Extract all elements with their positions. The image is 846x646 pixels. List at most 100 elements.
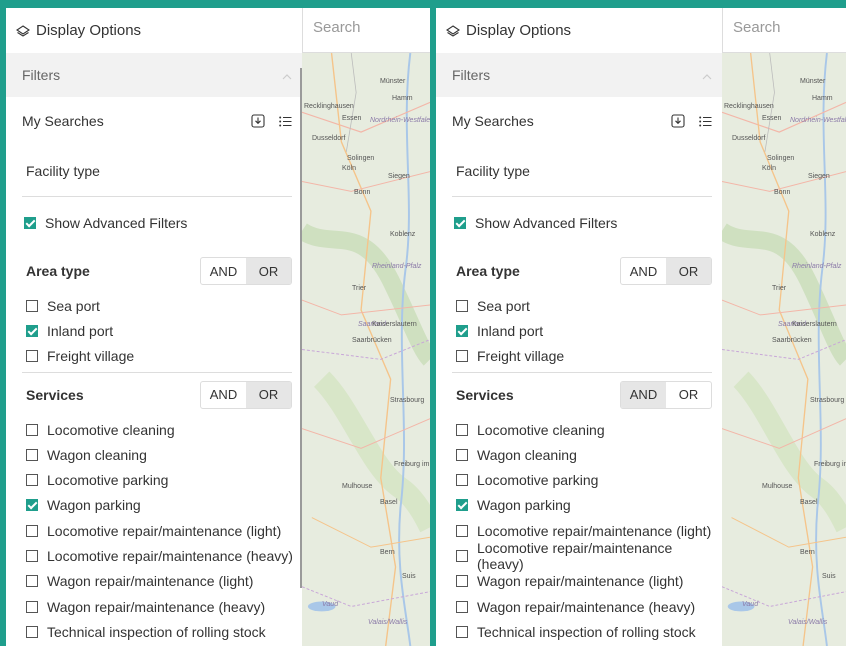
- filter-option[interactable]: Freight village: [436, 344, 722, 369]
- services-or-button[interactable]: OR: [666, 382, 711, 408]
- area-type-and-or-toggle: AND OR: [200, 257, 292, 285]
- filter-option[interactable]: Locomotive parking: [6, 467, 302, 492]
- filter-option-label: Locomotive parking: [477, 472, 599, 489]
- map-place-label: Solingen: [767, 155, 795, 162]
- filter-option[interactable]: Locomotive parking: [436, 467, 722, 492]
- area-type-or-button[interactable]: OR: [246, 258, 291, 284]
- checkbox[interactable]: [26, 625, 38, 638]
- map-place-label: Siegen: [808, 173, 830, 180]
- show-advanced-filters-checkbox[interactable]: Show Advanced Filters: [436, 197, 722, 249]
- services-or-button[interactable]: OR: [246, 381, 291, 408]
- checkbox[interactable]: [456, 350, 468, 363]
- checkbox[interactable]: [456, 299, 468, 312]
- import-icon[interactable]: [251, 114, 265, 128]
- checkbox[interactable]: [26, 575, 38, 588]
- filter-option[interactable]: Wagon repair/maintenance (heavy): [6, 594, 302, 619]
- facility-type-dropdown[interactable]: Facility type: [452, 145, 712, 197]
- checkbox[interactable]: [456, 625, 468, 638]
- checkbox[interactable]: [26, 423, 38, 436]
- map-place-label: Bern: [800, 549, 815, 556]
- services-and-button[interactable]: AND: [621, 381, 666, 408]
- filter-option-label: Locomotive repair/maintenance (heavy): [477, 540, 673, 573]
- display-options-header[interactable]: Display Options: [6, 8, 302, 53]
- filter-option[interactable]: Locomotive cleaning: [436, 417, 722, 442]
- map-place-label: Dusseldorf: [732, 135, 766, 142]
- filter-option[interactable]: Wagon cleaning: [6, 442, 302, 467]
- checkbox[interactable]: [456, 324, 468, 337]
- checkbox[interactable]: [456, 550, 468, 563]
- area-type-header: Area type AND OR: [6, 249, 302, 293]
- services-and-or-toggle: AND OR: [620, 380, 712, 409]
- filter-option-label: Freight village: [477, 348, 565, 365]
- sidebar-scrollbar[interactable]: [300, 68, 302, 588]
- filter-option[interactable]: Wagon parking: [6, 493, 302, 518]
- checkbox[interactable]: [456, 600, 468, 613]
- import-icon[interactable]: [671, 114, 685, 128]
- filter-option-label: Sea port: [47, 297, 100, 314]
- map-place-label: Recklinghausen: [304, 103, 354, 110]
- checkbox[interactable]: [26, 600, 38, 613]
- map-place-label: Recklinghausen: [724, 103, 774, 110]
- filter-option[interactable]: Locomotive repair/maintenance (heavy): [6, 543, 302, 568]
- filter-option[interactable]: Wagon repair/maintenance (light): [436, 569, 722, 594]
- map-place-label: Essen: [342, 115, 362, 122]
- filter-option[interactable]: Sea port: [6, 293, 302, 318]
- area-type-and-button[interactable]: AND: [201, 258, 246, 284]
- filter-option[interactable]: Wagon parking: [436, 493, 722, 518]
- checkbox[interactable]: [26, 474, 38, 487]
- checkbox[interactable]: [26, 448, 38, 461]
- filter-option[interactable]: Locomotive repair/maintenance (heavy): [436, 540, 722, 572]
- filter-option[interactable]: Freight village: [6, 344, 302, 369]
- area-type-or-button[interactable]: OR: [666, 258, 711, 284]
- checkbox[interactable]: [26, 524, 38, 537]
- map-view[interactable]: Münster Hamm Recklinghausen Essen Nordrhein-…: [302, 53, 430, 646]
- filter-option[interactable]: Inland port: [6, 318, 302, 343]
- checkbox[interactable]: [26, 299, 38, 312]
- filter-option[interactable]: Locomotive repair/maintenance (light): [6, 518, 302, 543]
- checkbox[interactable]: [456, 499, 468, 512]
- checkbox[interactable]: [26, 550, 38, 563]
- map-place-label: Hamm: [392, 95, 413, 102]
- my-searches-label: My Searches: [452, 113, 534, 129]
- checkbox[interactable]: [24, 217, 36, 229]
- filter-option-label: Locomotive cleaning: [47, 421, 175, 438]
- checkbox[interactable]: [456, 448, 468, 461]
- filter-option[interactable]: Locomotive cleaning: [6, 417, 302, 442]
- filter-option-label: Technical inspection of rolling stock: [47, 623, 266, 640]
- checkbox[interactable]: [456, 423, 468, 436]
- filters-section-toggle[interactable]: Filters: [436, 53, 722, 97]
- chevron-up-icon: [702, 67, 712, 83]
- search-input[interactable]: Search: [302, 8, 430, 53]
- show-advanced-filters-checkbox[interactable]: Show Advanced Filters: [6, 197, 302, 249]
- filter-option[interactable]: Inland port: [436, 318, 722, 343]
- search-input[interactable]: Search: [722, 8, 846, 53]
- filter-option[interactable]: Technical inspection of rolling stock: [6, 619, 302, 644]
- map-view[interactable]: Münster Hamm Recklinghausen Essen Nordrhein-…: [722, 53, 846, 646]
- filters-section-toggle[interactable]: Filters: [6, 53, 302, 97]
- checkbox[interactable]: [456, 575, 468, 588]
- facility-type-dropdown[interactable]: Facility type: [22, 145, 292, 197]
- map-place-label: Valais/Wallis: [788, 619, 828, 626]
- checkbox[interactable]: [456, 524, 468, 537]
- area-type-and-or-toggle: AND OR: [620, 257, 712, 285]
- filter-option-label: Wagon parking: [477, 497, 571, 514]
- filter-option[interactable]: Wagon repair/maintenance (heavy): [436, 594, 722, 619]
- area-type-and-button[interactable]: AND: [621, 258, 666, 284]
- filter-option[interactable]: Technical inspection of rolling stock: [436, 619, 722, 644]
- map-place-label: Strasbourg: [810, 397, 845, 404]
- services-and-button[interactable]: AND: [201, 382, 246, 408]
- filter-option[interactable]: Sea port: [436, 293, 722, 318]
- checkbox[interactable]: [26, 350, 38, 363]
- filter-option[interactable]: Wagon cleaning: [436, 442, 722, 467]
- services-header: Services AND OR: [6, 373, 302, 417]
- checkbox[interactable]: [26, 499, 38, 512]
- facility-type-label: Facility type: [26, 162, 100, 179]
- list-icon[interactable]: [699, 116, 712, 127]
- checkbox[interactable]: [454, 217, 466, 229]
- checkbox[interactable]: [26, 324, 38, 337]
- filter-option[interactable]: Wagon repair/maintenance (light): [6, 569, 302, 594]
- display-options-header[interactable]: Display Options: [436, 8, 722, 53]
- list-icon[interactable]: [279, 116, 292, 127]
- checkbox[interactable]: [456, 474, 468, 487]
- map-place-label: Kaiserslautern: [792, 321, 837, 328]
